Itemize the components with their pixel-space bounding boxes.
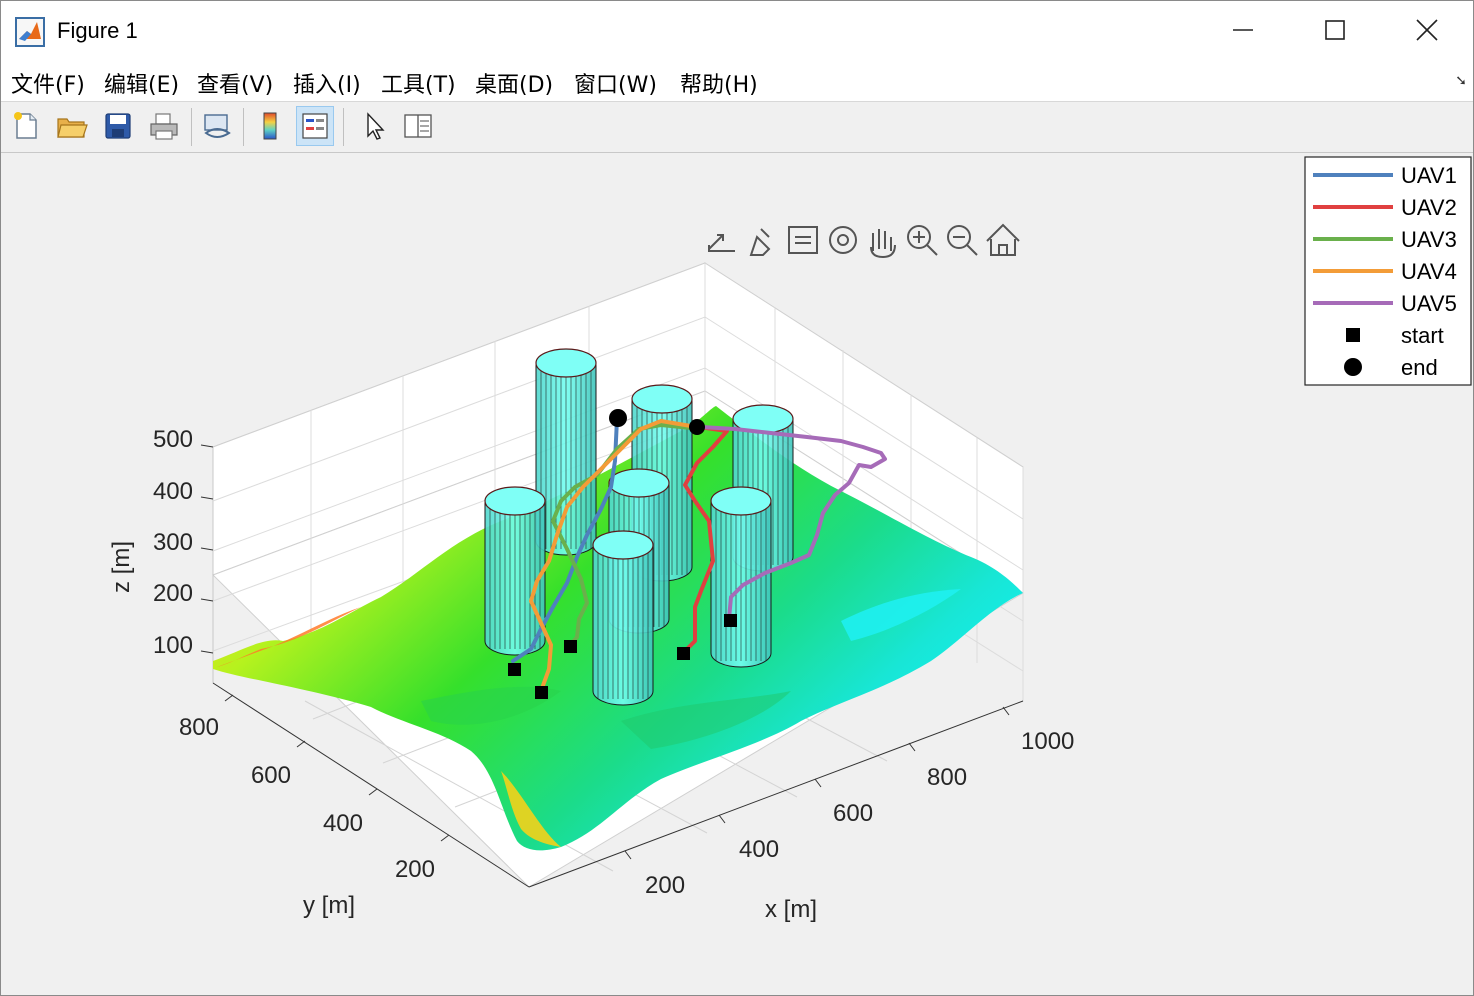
legend-label: UAV2	[1401, 195, 1457, 220]
title-bar: Figure 1	[1, 1, 1473, 59]
toolbar	[1, 102, 1473, 153]
legend-button[interactable]	[296, 106, 334, 146]
toolbar-separator	[343, 108, 344, 146]
save-icon	[105, 113, 131, 139]
brush-icon[interactable]	[749, 228, 771, 256]
menu-file[interactable]: 文件(F)	[11, 67, 85, 99]
y-tick-label: 200	[395, 856, 435, 883]
z-tick-label: 500	[153, 426, 193, 453]
x-tick-label: 600	[833, 800, 873, 827]
pan-icon[interactable]	[870, 229, 896, 259]
link-plot-button[interactable]	[198, 106, 236, 146]
new-figure-button[interactable]	[7, 106, 45, 146]
legend-label: UAV5	[1401, 291, 1457, 316]
axes-toolbar	[707, 223, 1020, 259]
datatip-icon[interactable]	[788, 226, 818, 254]
menu-insert[interactable]: 插入(I)	[293, 67, 361, 99]
cylinder-obstacle	[484, 486, 546, 656]
y-tick-label: 800	[179, 714, 219, 741]
toolbar-separator	[191, 108, 192, 146]
x-tick-label: 200	[645, 872, 685, 899]
legend-label: end	[1401, 355, 1438, 380]
z-axis: 500 400 300 200 100 z [m]	[108, 426, 214, 659]
matlab-logo-icon	[15, 17, 45, 47]
legend-label: UAV4	[1401, 259, 1457, 284]
cylinder-obstacle	[710, 486, 772, 668]
link-plot-icon	[204, 114, 231, 138]
close-icon	[1416, 19, 1438, 41]
x-tick-label: 400	[739, 836, 779, 863]
colorbar-button[interactable]	[251, 106, 289, 146]
export-icon[interactable]	[707, 229, 737, 255]
open-file-button[interactable]	[53, 106, 91, 146]
rotate-3d-icon[interactable]	[829, 226, 857, 254]
y-tick-label: 400	[323, 810, 363, 837]
print-button[interactable]	[145, 106, 183, 146]
legend-icon	[302, 113, 328, 139]
legend-label: UAV1	[1401, 163, 1457, 188]
menu-desktop[interactable]: 桌面(D)	[475, 67, 553, 99]
y-axis-label: y [m]	[303, 892, 355, 919]
toolbar-separator	[243, 108, 244, 146]
menu-edit[interactable]: 编辑(E)	[104, 67, 179, 99]
zoom-in-icon[interactable]	[907, 225, 938, 256]
minimize-icon	[1233, 29, 1253, 31]
edit-plot-button[interactable]	[354, 106, 392, 146]
menu-bar: 文件(F) 编辑(E) 查看(V) 插入(I) 工具(T) 桌面(D) 窗口(W…	[1, 59, 1473, 102]
cylinder-obstacle	[592, 530, 654, 706]
z-tick-label: 200	[153, 580, 193, 607]
open-file-icon	[57, 118, 88, 138]
x-tick-label: 800	[927, 764, 967, 791]
legend-label: start	[1401, 323, 1444, 348]
y-tick-label: 600	[251, 762, 291, 789]
window-title: Figure 1	[57, 18, 138, 43]
menu-window[interactable]: 窗口(W)	[574, 67, 657, 99]
plot-svg[interactable]: 500 400 300 200 100 z [m] 800 600 400 20…	[1, 153, 1473, 995]
menu-view[interactable]: 查看(V)	[197, 67, 273, 99]
menu-tools[interactable]: 工具(T)	[381, 67, 456, 99]
maximize-button[interactable]	[1289, 1, 1381, 59]
legend-label: UAV3	[1401, 227, 1457, 252]
menu-help[interactable]: 帮助(H)	[680, 67, 758, 99]
property-inspector-button[interactable]	[399, 106, 437, 146]
maximize-icon	[1325, 20, 1345, 40]
legend[interactable]: UAV1 UAV2 UAV3 UAV4 UAV5 start end	[1304, 156, 1472, 386]
save-button[interactable]	[99, 106, 137, 146]
figure-canvas: 500 400 300 200 100 z [m] 800 600 400 20…	[1, 153, 1473, 995]
legend-marker	[1346, 328, 1360, 342]
home-icon[interactable]	[986, 223, 1020, 256]
z-tick-label: 300	[153, 529, 193, 556]
legend-marker	[1344, 358, 1362, 376]
property-inspector-icon	[404, 114, 432, 138]
figure-window: Figure 1 文件(F) 编辑(E) 查看(V) 插入(I) 工具(T) 桌…	[0, 0, 1474, 996]
dock-arrow-icon[interactable]: ➘	[1455, 73, 1467, 89]
colorbar-icon	[263, 112, 277, 140]
x-tick-label: 1000	[1021, 728, 1074, 755]
new-figure-icon	[14, 112, 37, 139]
zoom-out-icon[interactable]	[947, 225, 978, 256]
edit-plot-icon	[367, 112, 385, 140]
z-axis-label: z [m]	[108, 541, 135, 593]
x-axis-label: x [m]	[765, 896, 817, 923]
minimize-button[interactable]	[1197, 1, 1289, 59]
print-icon	[150, 113, 178, 140]
z-tick-label: 100	[153, 632, 193, 659]
close-button[interactable]	[1381, 1, 1473, 59]
z-tick-label: 400	[153, 478, 193, 505]
